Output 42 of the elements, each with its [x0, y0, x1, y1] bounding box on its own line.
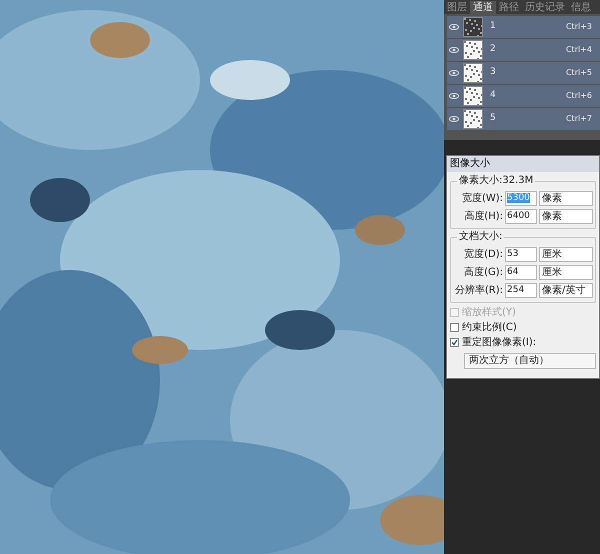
- input-field[interactable]: 6400: [505, 209, 537, 224]
- unit-dropdown[interactable]: 像素: [539, 191, 593, 206]
- checkbox-label: 缩放样式(Y): [462, 306, 516, 320]
- eye-icon[interactable]: [449, 24, 459, 30]
- checkbox[interactable]: [450, 338, 459, 346]
- panel-tab[interactable]: 历史记录: [522, 1, 568, 14]
- checkbox-label: 约束比例(C): [462, 320, 517, 334]
- field-label: 宽度(W):: [460, 192, 503, 206]
- channel-shortcut: Ctrl+6: [566, 90, 592, 102]
- eye-icon[interactable]: [449, 116, 459, 122]
- unit-dropdown[interactable]: 厘米: [539, 265, 593, 280]
- group-title: 文档大小:: [457, 231, 504, 243]
- channel-shortcut: Ctrl+3: [566, 21, 592, 33]
- channel-shortcut: Ctrl+5: [566, 67, 592, 79]
- field-label: 高度(G):: [463, 266, 503, 280]
- group-title: 像素大小:32.3M: [457, 175, 536, 187]
- field-label: 高度(H):: [463, 210, 503, 224]
- panel-tab[interactable]: 通道: [470, 1, 496, 14]
- channel-shortcut: Ctrl+4: [566, 44, 592, 56]
- input-field[interactable]: 64: [505, 265, 537, 280]
- checkbox-label: 重定图像像素(I):: [462, 336, 536, 350]
- channel-shortcut: Ctrl+7: [566, 113, 592, 125]
- field-label: 宽度(D):: [463, 248, 503, 262]
- channel-name: 4: [490, 89, 496, 102]
- panel-tab[interactable]: 路径: [496, 1, 522, 14]
- field-label: 分辨率(R):: [454, 284, 503, 298]
- panel-tab[interactable]: 信息: [568, 1, 594, 14]
- eye-icon[interactable]: [449, 47, 459, 53]
- unit-dropdown[interactable]: 像素/英寸: [539, 283, 593, 298]
- channel-name: 5: [490, 112, 496, 126]
- unit-dropdown[interactable]: 像素: [539, 209, 593, 224]
- input-field[interactable]: 53: [505, 247, 537, 262]
- unit-dropdown[interactable]: 厘米: [539, 247, 593, 262]
- channel-name: 3: [490, 66, 496, 80]
- eye-icon[interactable]: [449, 93, 459, 99]
- channel-name: 2: [490, 43, 496, 56]
- eye-icon[interactable]: [449, 70, 459, 76]
- checkbox[interactable]: [450, 322, 459, 332]
- channel-name: 1: [490, 20, 496, 34]
- resample-dropdown[interactable]: 两次立方（自动）: [464, 353, 596, 369]
- window-title: 图像大小: [447, 156, 599, 172]
- input-field[interactable]: 254: [505, 283, 537, 298]
